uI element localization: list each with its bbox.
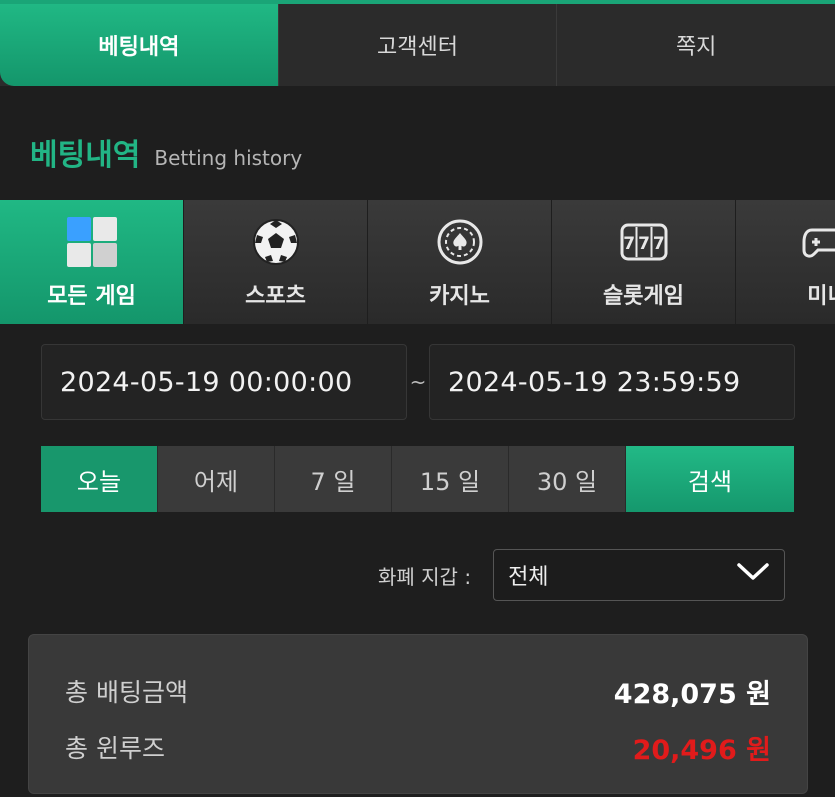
total-bet-label: 총 배팅금액 [65, 678, 188, 707]
game-tab-label: 스포츠 [245, 284, 306, 309]
svg-text:7: 7 [638, 234, 650, 254]
summary-total-bet: 총 배팅금액 428,075 원 [65, 663, 771, 719]
tab-messages[interactable]: 쪽지 [557, 4, 835, 86]
total-winloss-label: 총 윈루즈 [65, 734, 165, 763]
svg-text:7: 7 [652, 234, 664, 254]
period-15days-button[interactable]: 15 일 [392, 446, 509, 512]
game-tab-label: 슬롯게임 [603, 284, 684, 309]
period-30days-button[interactable]: 30 일 [509, 446, 626, 512]
total-bet-value: 428,075 원 [613, 678, 771, 710]
all-games-icon [64, 214, 120, 270]
soccer-ball-icon [248, 214, 304, 270]
game-tab-label: 모든 게임 [47, 284, 136, 309]
slot-machine-icon: 7 7 7 [616, 214, 672, 270]
end-date-input[interactable]: 2024-05-19 23:59:59 [429, 344, 795, 420]
game-tab-mini[interactable]: 미니 [736, 200, 835, 324]
currency-filter: 화폐 지갑 : 전체 [378, 549, 786, 601]
period-today-button[interactable]: 오늘 [41, 446, 158, 512]
game-tab-casino[interactable]: 카지노 [368, 200, 552, 324]
game-tab-sports[interactable]: 스포츠 [184, 200, 368, 324]
period-yesterday-button[interactable]: 어제 [158, 446, 275, 512]
chevron-down-icon [736, 562, 770, 588]
game-category-tabs: 모든 게임 스포츠 카지노 7 7 7 슬롯게임 미 [0, 200, 835, 324]
date-range: 2024-05-19 00:00:00 ~ 2024-05-19 23:59:5… [41, 344, 795, 420]
game-tab-label: 미니 [807, 284, 835, 309]
tab-betting-history[interactable]: 베팅내역 [0, 4, 279, 86]
start-date-input[interactable]: 2024-05-19 00:00:00 [41, 344, 407, 420]
currency-select[interactable]: 전체 [493, 549, 786, 601]
gamepad-icon [800, 214, 835, 270]
period-buttons: 오늘 어제 7 일 15 일 30 일 검색 [41, 446, 794, 512]
game-tab-slots[interactable]: 7 7 7 슬롯게임 [552, 200, 736, 324]
summary-total-winloss: 총 윈루즈 20,496 원 [65, 719, 771, 775]
currency-selected-value: 전체 [508, 565, 549, 590]
svg-text:7: 7 [623, 234, 635, 254]
date-separator: ~ [409, 370, 427, 394]
page-title: 베팅내역 Betting history [30, 130, 302, 174]
top-tab-bar: 베팅내역 고객센터 쪽지 [0, 0, 835, 86]
tab-customer-center[interactable]: 고객센터 [279, 4, 558, 86]
currency-label: 화폐 지갑 : [378, 564, 472, 589]
casino-chip-icon [432, 214, 488, 270]
page-title-korean: 베팅내역 [30, 138, 141, 173]
game-tab-label: 카지노 [429, 284, 490, 309]
page-title-english: Betting history [154, 146, 303, 170]
game-tab-all[interactable]: 모든 게임 [0, 200, 184, 324]
search-button[interactable]: 검색 [626, 446, 794, 512]
betting-summary: 총 배팅금액 428,075 원 총 윈루즈 20,496 원 [28, 634, 808, 794]
period-7days-button[interactable]: 7 일 [275, 446, 392, 512]
total-winloss-value: 20,496 원 [632, 734, 771, 766]
